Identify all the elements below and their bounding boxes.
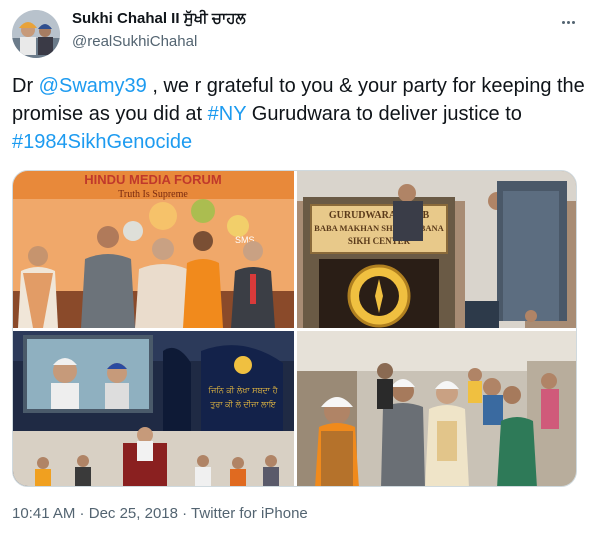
photo-gurudwara-hall[interactable]: ਜਿਨਿ ਕੀ ਲੇਖਾ ਸਬਦਾ ਹੈ ਤੁਰਾ ਕੀ ਲੇ ਦੀਜਾ ਲਾਇ (13, 331, 294, 486)
gurmukhi-line2: ਤੁਰਾ ਕੀ ਲੇ ਦੀਜਾ ਲਾਇ (209, 400, 277, 409)
tweet-source[interactable]: Twitter for iPhone (191, 505, 308, 522)
tweet-date[interactable]: Dec 25, 2018 (89, 505, 178, 522)
tweet-text-part: Gurudwara to deliver justice to (246, 103, 522, 125)
hashtag-link-ny[interactable]: #NY (208, 103, 247, 125)
banner-title: HINDU MEDIA FORUM (84, 172, 221, 187)
tweet-meta: 10:41 AM · Dec 25, 2018 · Twitter for iP… (12, 505, 308, 522)
meta-separator: · (75, 505, 89, 522)
author-name[interactable]: Sukhi Chahal II ਸੁੱਖੀ ਚਾਹਲ (72, 10, 246, 27)
photo-grid: HINDU MEDIA FORUM Truth Is Supreme SMS G… (12, 170, 577, 487)
tweet-time[interactable]: 10:41 AM (12, 505, 75, 522)
hashtag-link-1984[interactable]: #1984SikhGenocide (12, 131, 192, 153)
author-handle[interactable]: @realSukhiChahal (72, 33, 197, 50)
sign-line2: BABA MAKHAN SHAH LOBANA (314, 223, 444, 233)
tweet[interactable]: Sukhi Chahal II ਸੁੱਖੀ ਚਾਹਲ @realSukhiCha… (0, 0, 600, 533)
banner-subtitle: Truth Is Supreme (118, 189, 188, 200)
more-horizontal-icon[interactable] (556, 10, 580, 34)
tweet-text-part: Dr (12, 75, 39, 97)
photo-hindu-media-forum[interactable]: HINDU MEDIA FORUM Truth Is Supreme SMS (13, 171, 294, 328)
tweet-text: Dr @Swamy39 , we r grateful to you & you… (12, 72, 588, 156)
photo-gurudwara-sign[interactable]: GURUDWARA SAHIB BABA MAKHAN SHAH LOBANA … (297, 171, 576, 328)
photo-procession[interactable] (297, 331, 576, 486)
author-avatar[interactable] (12, 10, 60, 58)
meta-separator: · (177, 505, 192, 522)
mention-link[interactable]: @Swamy39 (39, 75, 147, 97)
gurmukhi-line1: ਜਿਨਿ ਕੀ ਲੇਖਾ ਸਬਦਾ ਹੈ (208, 385, 279, 395)
